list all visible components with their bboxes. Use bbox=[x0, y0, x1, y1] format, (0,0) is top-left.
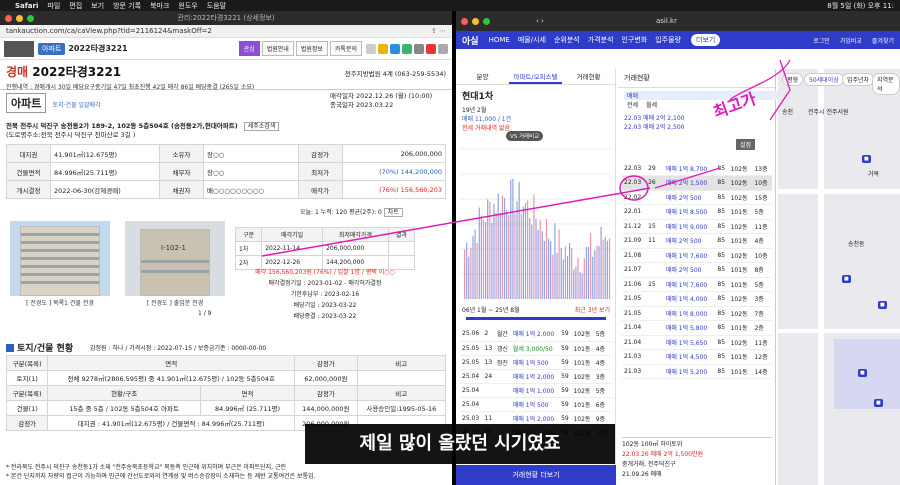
video-subtitle: 제일 많이 올랐던 시기였죠 bbox=[305, 424, 615, 464]
desktop: Safari 파일 편집 보기 방문 기록 북마크 윈도우 도움말 8월 5일 … bbox=[0, 0, 900, 485]
compare-button[interactable]: VS 거래비교 bbox=[506, 131, 544, 141]
pen-annotation bbox=[261, 59, 791, 257]
